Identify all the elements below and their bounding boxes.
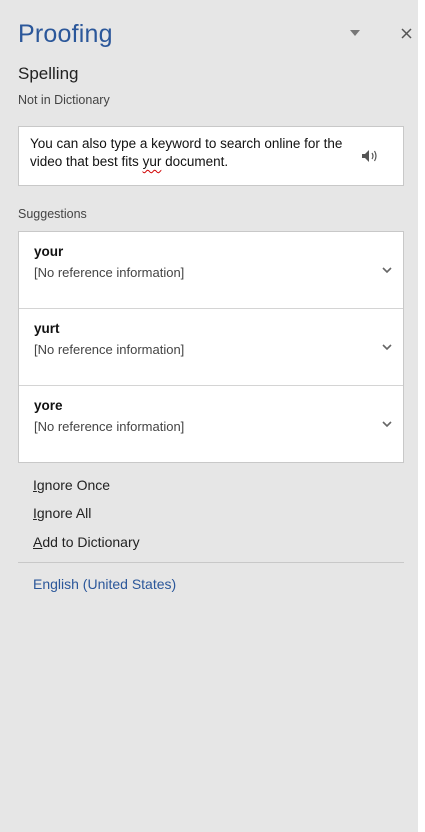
ignore-all-link[interactable]: Ignore All: [33, 505, 91, 521]
add-to-dictionary-accelerator: A: [33, 534, 43, 550]
suggestions-list: your [No reference information] yurt [No…: [18, 231, 404, 463]
error-type-label: Not in Dictionary: [18, 93, 110, 107]
chevron-down-icon[interactable]: [381, 343, 393, 351]
suggestion-reference: [No reference information]: [34, 265, 185, 280]
pane-edge: [418, 0, 425, 832]
close-button[interactable]: [393, 20, 419, 46]
suggestion-word: yurt: [34, 321, 60, 336]
chevron-down-icon[interactable]: [381, 266, 393, 274]
ignore-once-link[interactable]: Ignore Once: [33, 477, 110, 493]
proofing-pane: Proofing Spelling Not in Dictionary You …: [0, 0, 418, 832]
context-sentence-box: You can also type a keyword to search on…: [18, 126, 404, 186]
triangle-down-icon: [350, 30, 360, 36]
context-text-after: document.: [161, 154, 229, 169]
add-to-dictionary-link[interactable]: Add to Dictionary: [33, 534, 140, 550]
suggestion-reference: [No reference information]: [34, 342, 185, 357]
suggestions-label: Suggestions: [18, 207, 87, 221]
speaker-icon[interactable]: [361, 149, 379, 163]
ignore-once-label: gnore Once: [36, 477, 111, 493]
section-title: Spelling: [18, 64, 79, 83]
suggestion-word: yore: [34, 398, 63, 413]
ignore-all-label: gnore All: [36, 505, 92, 521]
divider: [18, 562, 404, 563]
language-link[interactable]: English (United States): [33, 576, 176, 592]
context-sentence: You can also type a keyword to search on…: [30, 135, 360, 171]
suggestion-word: your: [34, 244, 64, 259]
pane-options-button[interactable]: [342, 20, 368, 46]
suggestion-reference: [No reference information]: [34, 419, 185, 434]
suggestion-item-your[interactable]: your [No reference information]: [19, 232, 403, 309]
pane-title: Proofing: [18, 20, 113, 48]
chevron-down-icon[interactable]: [381, 420, 393, 428]
suggestion-item-yurt[interactable]: yurt [No reference information]: [19, 309, 403, 386]
misspelled-word: yur: [142, 154, 162, 169]
close-icon: [400, 27, 412, 39]
add-to-dictionary-label: dd to Dictionary: [42, 534, 140, 550]
suggestion-item-yore[interactable]: yore [No reference information]: [19, 386, 403, 462]
